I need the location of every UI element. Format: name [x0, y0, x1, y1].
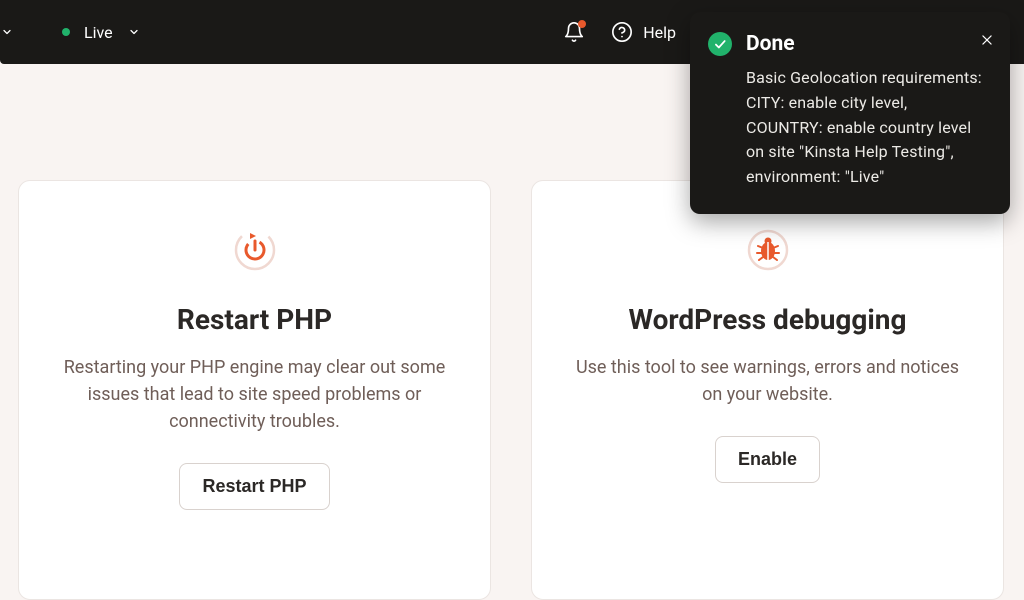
- environment-selector[interactable]: Live: [62, 23, 141, 42]
- help-label: Help: [643, 23, 676, 42]
- environment-label: Live: [84, 23, 113, 42]
- card-description: Restarting your PHP engine may clear out…: [59, 354, 450, 435]
- check-circle-icon: [708, 32, 732, 56]
- status-dot-icon: [62, 28, 70, 36]
- topbar-left: Live: [0, 23, 141, 42]
- chevron-down-icon[interactable]: [0, 25, 14, 39]
- toast-title: Done: [746, 32, 988, 56]
- restart-php-button[interactable]: Restart PHP: [179, 463, 329, 510]
- card-description: Use this tool to see warnings, errors an…: [572, 354, 963, 408]
- bug-icon: [745, 227, 791, 273]
- wordpress-debugging-card: WordPress debugging Use this tool to see…: [531, 180, 1004, 600]
- restart-php-card: Restart PHP Restarting your PHP engine m…: [18, 180, 491, 600]
- notifications-button[interactable]: [563, 21, 585, 43]
- restart-icon: [232, 227, 278, 273]
- toast-body: Basic Geolocation requirements: CITY: en…: [746, 66, 988, 190]
- chevron-down-icon: [127, 25, 141, 39]
- card-title: Restart PHP: [177, 303, 332, 336]
- close-icon[interactable]: [980, 32, 994, 51]
- card-title: WordPress debugging: [629, 303, 907, 336]
- toast-notification: Done Basic Geolocation requirements: CIT…: [690, 12, 1010, 214]
- topbar-right: Help: [563, 21, 676, 43]
- help-button[interactable]: Help: [611, 21, 676, 43]
- enable-button[interactable]: Enable: [715, 436, 820, 483]
